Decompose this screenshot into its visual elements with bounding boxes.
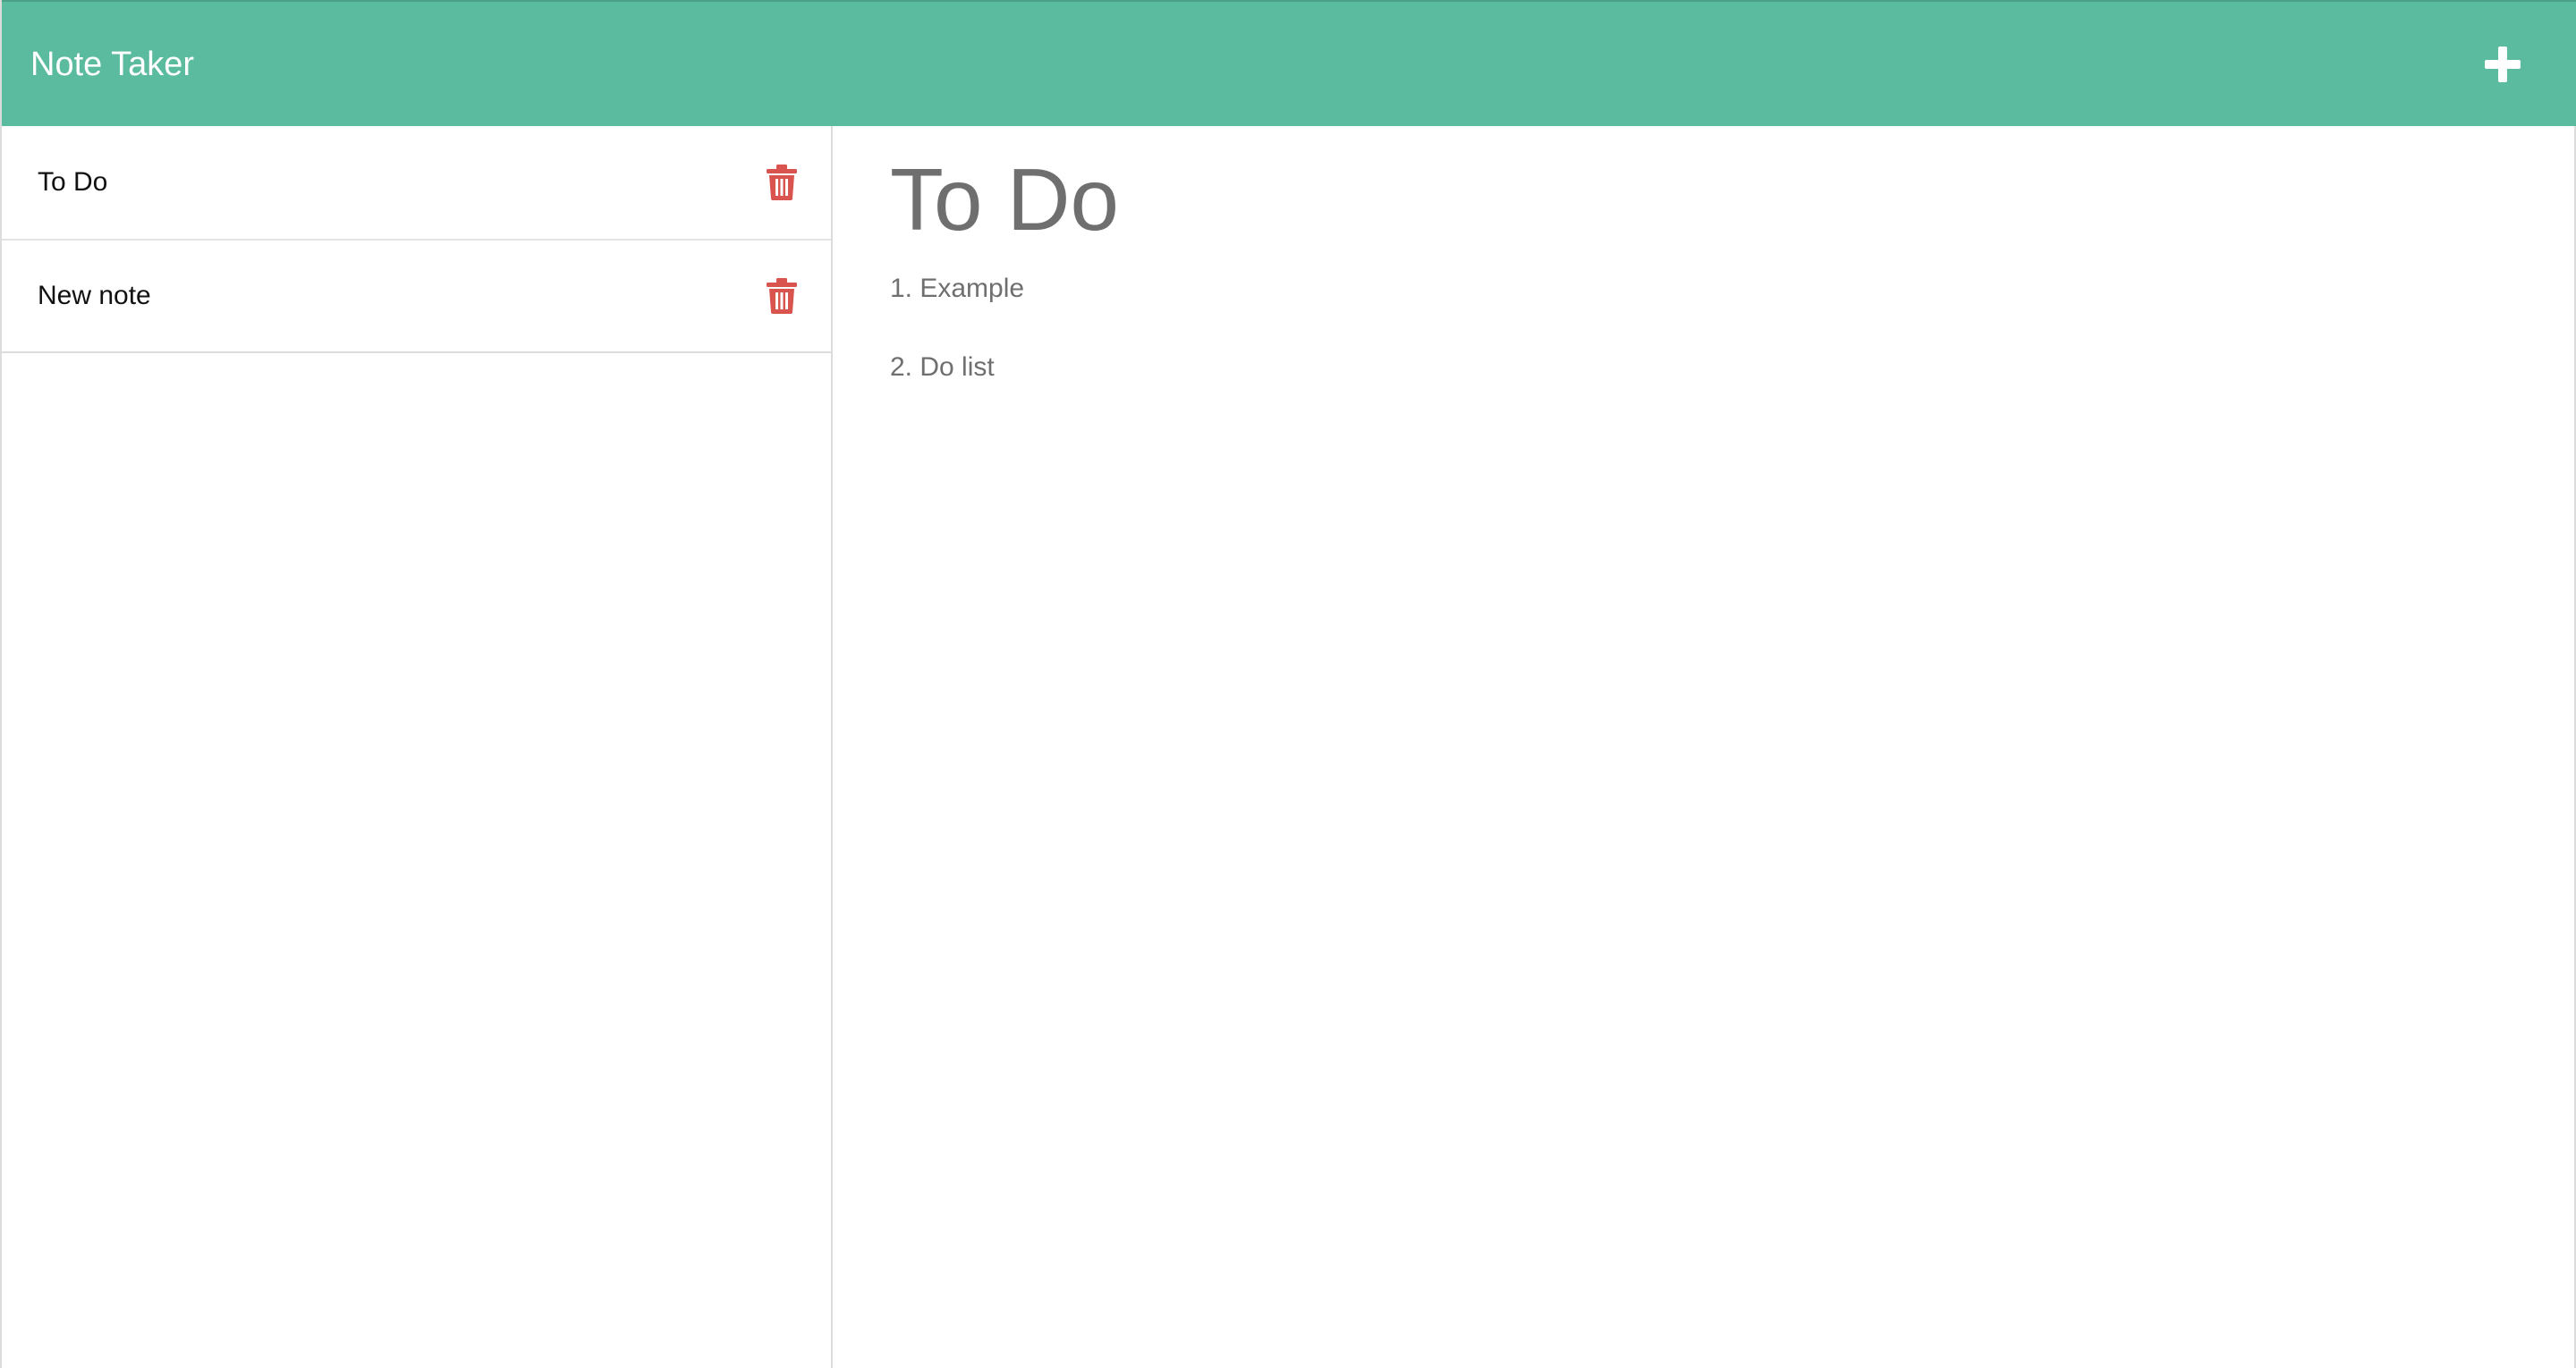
app-window: Note Taker To Do New note To Do 1. Examp…: [0, 0, 2576, 1368]
app-brand[interactable]: Note Taker: [30, 39, 194, 89]
note-title-display[interactable]: To Do: [890, 146, 2574, 253]
notes-sidebar: To Do New note: [2, 126, 833, 1368]
note-editor: To Do 1. Example 2. Do list: [833, 126, 2574, 1368]
top-navbar: Note Taker: [2, 0, 2576, 126]
trash-icon[interactable]: [767, 278, 797, 314]
note-title[interactable]: New note: [38, 281, 151, 311]
list-item[interactable]: To Do: [2, 126, 831, 239]
plus-icon: [2485, 46, 2521, 82]
note-list: To Do New note: [2, 126, 831, 353]
note-body-line[interactable]: 2. Do list: [890, 348, 2574, 387]
note-body-line[interactable]: 1. Example: [890, 269, 2574, 308]
new-note-button[interactable]: [2474, 36, 2531, 93]
trash-icon[interactable]: [767, 165, 797, 200]
list-item[interactable]: New note: [2, 239, 831, 351]
note-title[interactable]: To Do: [38, 167, 107, 198]
